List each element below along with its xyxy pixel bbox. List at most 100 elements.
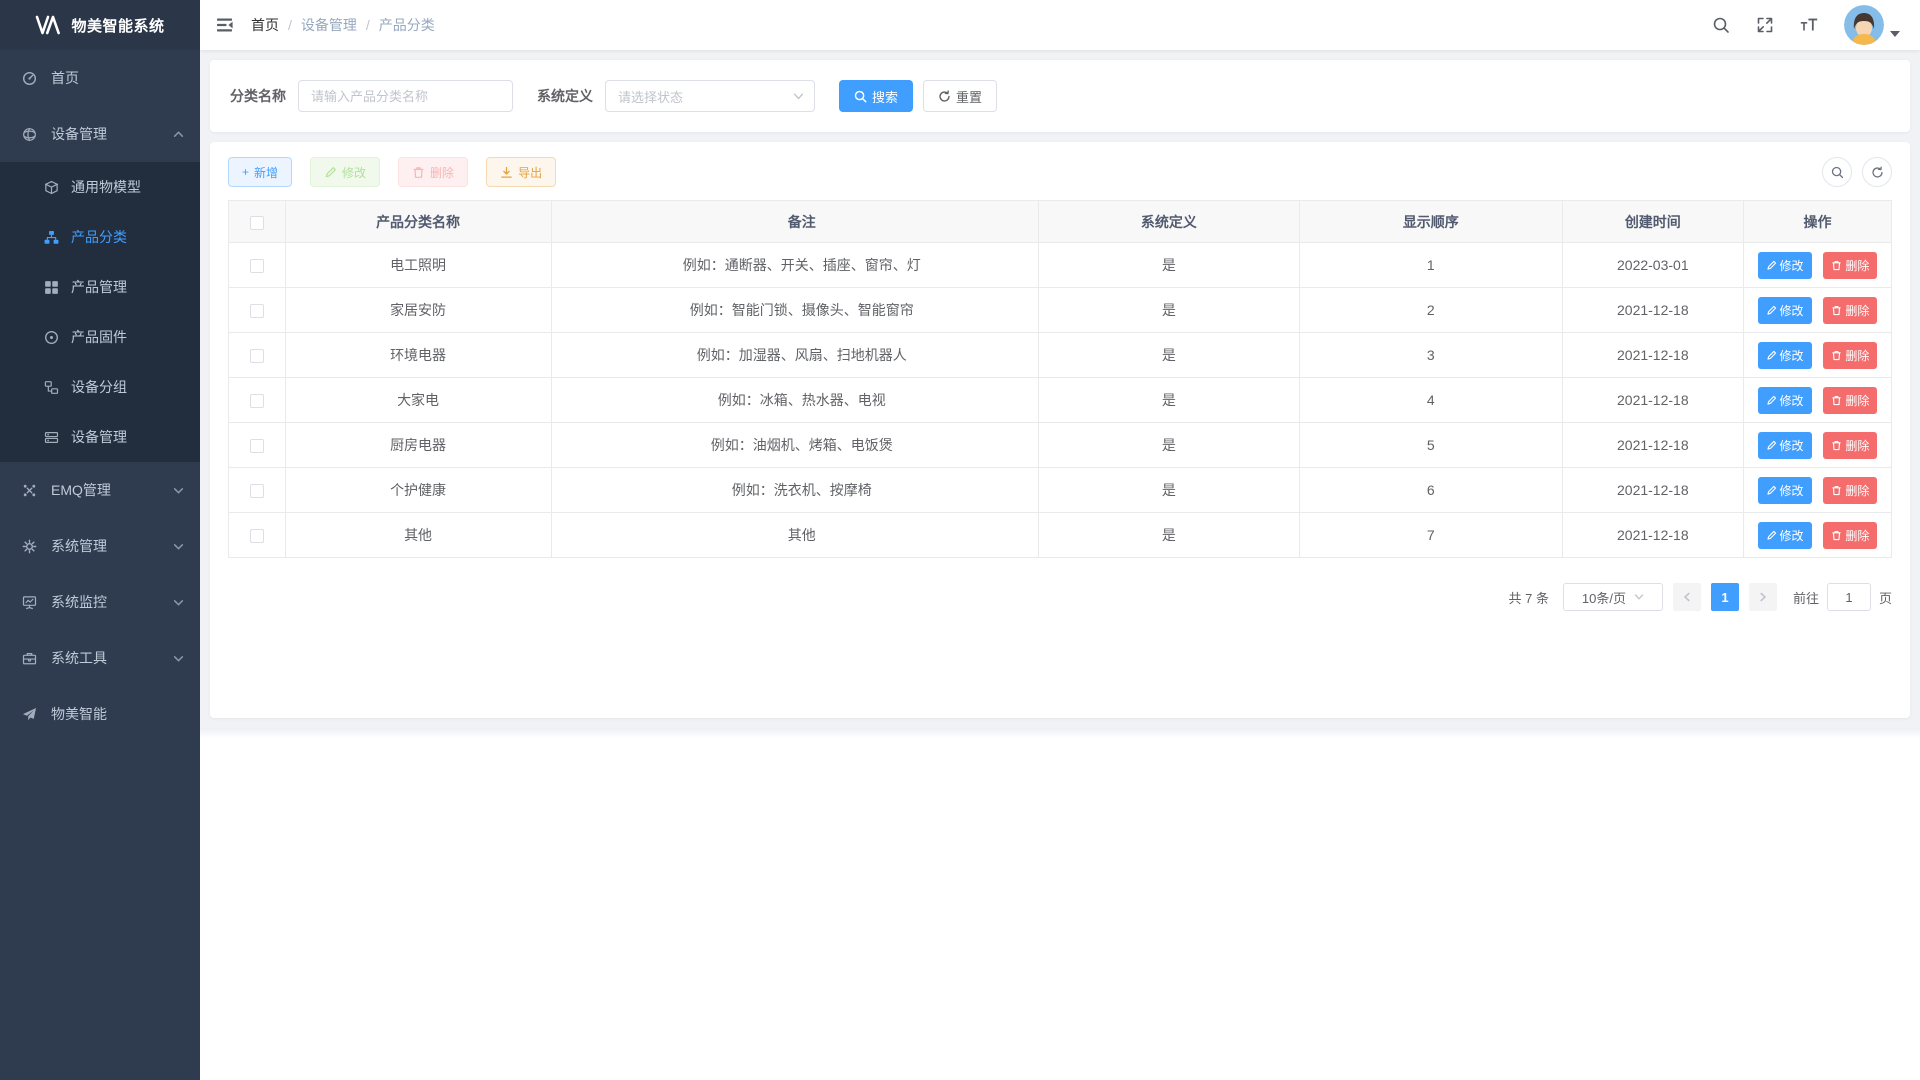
chevron-down-icon [173, 597, 184, 608]
cell-created-time: 2021-12-18 [1617, 527, 1689, 543]
sidebar-item-product-management[interactable]: 产品管理 [0, 262, 200, 312]
sidebar-menu: 首页 设备管理 通用物模型 [0, 50, 200, 742]
trash-icon [1831, 440, 1842, 451]
sidebar-item-product-firmware[interactable]: 产品固件 [0, 312, 200, 362]
toggle-search-button[interactable] [1822, 157, 1852, 187]
sidebar-item-product-category[interactable]: 产品分类 [0, 212, 200, 262]
sidebar-item-device-management-sub[interactable]: 设备管理 [0, 412, 200, 462]
prev-page-button[interactable] [1673, 583, 1701, 611]
cell-display-order: 4 [1427, 392, 1435, 408]
user-menu[interactable] [1844, 5, 1900, 45]
app-root: 物美智能系统 首页 设备管理 [0, 0, 1920, 1080]
trash-icon [1831, 395, 1842, 406]
row-checkbox[interactable] [250, 304, 264, 318]
sidebar-item-label: 设备管理 [71, 427, 127, 447]
download-icon [500, 166, 513, 179]
chevron-right-icon [1758, 592, 1768, 602]
cell-created-time: 2022-03-01 [1617, 257, 1689, 273]
reset-button[interactable]: 重置 [923, 80, 997, 112]
sidebar-item-label: 物美智能 [51, 704, 184, 724]
cell-created-time: 2021-12-18 [1617, 347, 1689, 363]
cell-remark: 例如：洗衣机、按摩椅 [732, 482, 872, 498]
app-logo[interactable]: 物美智能系统 [0, 0, 200, 50]
globe-icon [22, 127, 37, 142]
sidebar-item-thing-model[interactable]: 通用物模型 [0, 162, 200, 212]
avatar[interactable] [1844, 5, 1884, 45]
sidebar-item-system-management[interactable]: 系统管理 [0, 518, 200, 574]
row-edit-button[interactable]: 修改 [1758, 297, 1812, 324]
logo-icon [35, 15, 61, 35]
row-edit-button[interactable]: 修改 [1758, 387, 1812, 414]
sidebar-item-device-group[interactable]: 设备分组 [0, 362, 200, 412]
row-delete-button[interactable]: 删除 [1823, 252, 1877, 279]
column-header: 操作 [1803, 214, 1831, 230]
row-delete-button[interactable]: 删除 [1823, 522, 1877, 549]
select-all-checkbox[interactable] [250, 216, 264, 230]
sidebar-item-system-tools[interactable]: 系统工具 [0, 630, 200, 686]
row-checkbox[interactable] [250, 349, 264, 363]
cell-system-defined: 是 [1162, 482, 1176, 498]
breadcrumb-device-management[interactable]: 设备管理 [301, 15, 357, 35]
row-edit-button[interactable]: 修改 [1758, 252, 1812, 279]
sidebar-item-system-monitor[interactable]: 系统监控 [0, 574, 200, 630]
sidebar-item-device-management[interactable]: 设备管理 [0, 106, 200, 162]
search-button[interactable]: 搜索 [839, 80, 913, 112]
row-delete-button[interactable]: 删除 [1823, 387, 1877, 414]
pencil-icon [324, 166, 337, 179]
goto-page-input[interactable] [1827, 583, 1871, 611]
cell-category-name: 其他 [404, 527, 432, 543]
row-checkbox[interactable] [250, 394, 264, 408]
pencil-icon [1766, 530, 1777, 541]
row-checkbox[interactable] [250, 529, 264, 543]
row-edit-button[interactable]: 修改 [1758, 342, 1812, 369]
firmware-icon [44, 330, 59, 345]
top-navbar: 首页 / 设备管理 / 产品分类 [200, 0, 1920, 50]
export-button[interactable]: 导出 [486, 157, 556, 187]
sidebar-toggle-icon[interactable] [215, 16, 235, 34]
row-edit-button[interactable]: 修改 [1758, 522, 1812, 549]
cell-display-order: 3 [1427, 347, 1435, 363]
sidebar-item-label: 设备管理 [51, 124, 173, 144]
fullscreen-icon[interactable] [1756, 16, 1774, 34]
row-edit-button[interactable]: 修改 [1758, 432, 1812, 459]
plus-icon: + [242, 165, 249, 179]
caret-down-icon [1890, 31, 1900, 37]
table-toolbar: + 新增 修改 删除 导出 [228, 157, 1892, 187]
breadcrumb-home[interactable]: 首页 [251, 15, 279, 35]
cell-created-time: 2021-12-18 [1617, 302, 1689, 318]
row-delete-button[interactable]: 删除 [1823, 477, 1877, 504]
chevron-down-icon [793, 91, 804, 102]
page-number-active[interactable]: 1 [1711, 583, 1739, 611]
row-delete-button[interactable]: 删除 [1823, 297, 1877, 324]
column-header: 显示顺序 [1403, 214, 1459, 230]
next-page-button[interactable] [1749, 583, 1777, 611]
pagination: 共 7 条 10条/页 1 前往 页 [228, 583, 1892, 611]
refresh-button[interactable] [1862, 157, 1892, 187]
cell-display-order: 6 [1427, 482, 1435, 498]
font-size-icon[interactable] [1800, 16, 1818, 34]
cell-system-defined: 是 [1162, 527, 1176, 543]
row-checkbox[interactable] [250, 484, 264, 498]
delete-button[interactable]: 删除 [398, 157, 468, 187]
search-icon[interactable] [1712, 16, 1730, 34]
row-delete-button[interactable]: 删除 [1823, 342, 1877, 369]
system-defined-select[interactable]: 请选择状态 [605, 80, 815, 112]
sidebar-item-home[interactable]: 首页 [0, 50, 200, 106]
sidebar-item-wumei-smart[interactable]: 物美智能 [0, 686, 200, 742]
monitor-icon [22, 595, 37, 610]
row-checkbox[interactable] [250, 259, 264, 273]
category-name-input[interactable] [298, 80, 513, 112]
navbar-right-tools [1686, 5, 1900, 45]
edit-button[interactable]: 修改 [310, 157, 380, 187]
row-edit-button[interactable]: 修改 [1758, 477, 1812, 504]
sidebar-item-emq-management[interactable]: EMQ管理 [0, 462, 200, 518]
paper-plane-icon [22, 707, 37, 722]
row-delete-button[interactable]: 删除 [1823, 432, 1877, 459]
breadcrumb: 首页 / 设备管理 / 产品分类 [251, 15, 435, 35]
add-button[interactable]: + 新增 [228, 157, 292, 187]
row-checkbox[interactable] [250, 439, 264, 453]
cell-system-defined: 是 [1162, 302, 1176, 318]
trash-icon [1831, 260, 1842, 271]
page-size-select[interactable]: 10条/页 [1563, 583, 1663, 611]
pencil-icon [1766, 485, 1777, 496]
